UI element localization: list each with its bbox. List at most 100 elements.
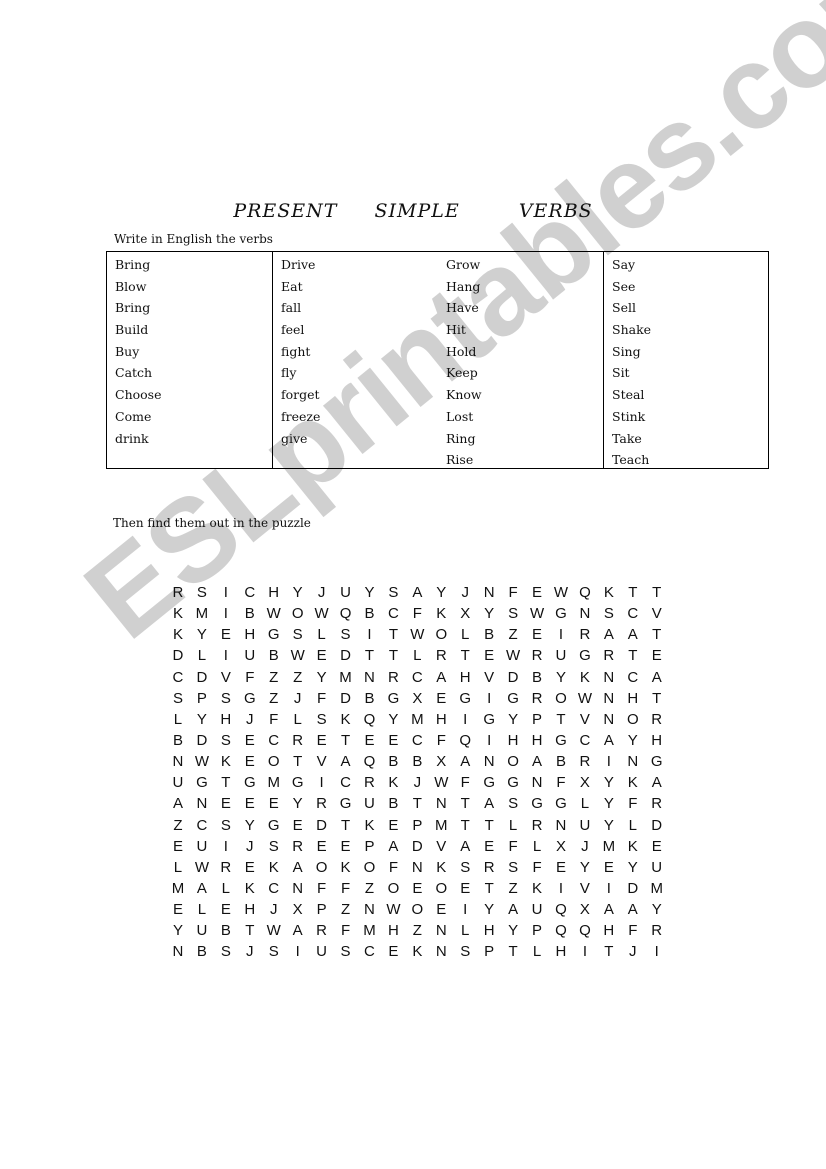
puzzle-letter[interactable]: O xyxy=(501,751,525,772)
puzzle-letter[interactable]: G xyxy=(262,624,286,645)
puzzle-letter[interactable]: E xyxy=(358,730,382,751)
puzzle-letter[interactable]: B xyxy=(358,603,382,624)
puzzle-letter[interactable]: H xyxy=(262,582,286,603)
puzzle-letter[interactable]: U xyxy=(310,941,334,962)
puzzle-letter[interactable]: Y xyxy=(621,730,645,751)
puzzle-letter[interactable]: N xyxy=(429,793,453,814)
puzzle-letter[interactable]: L xyxy=(453,624,477,645)
puzzle-letter[interactable]: B xyxy=(238,603,262,624)
puzzle-letter[interactable]: H xyxy=(238,899,262,920)
puzzle-letter[interactable]: X xyxy=(573,899,597,920)
puzzle-letter[interactable]: T xyxy=(645,688,669,709)
puzzle-letter[interactable]: F xyxy=(621,793,645,814)
puzzle-letter[interactable]: S xyxy=(310,709,334,730)
puzzle-letter[interactable]: L xyxy=(166,857,190,878)
puzzle-letter[interactable]: R xyxy=(525,688,549,709)
puzzle-letter[interactable]: U xyxy=(166,772,190,793)
puzzle-letter[interactable]: I xyxy=(214,836,238,857)
puzzle-letter[interactable]: T xyxy=(381,645,405,666)
puzzle-letter[interactable]: M xyxy=(645,878,669,899)
puzzle-letter[interactable]: T xyxy=(645,582,669,603)
puzzle-letter[interactable]: I xyxy=(453,899,477,920)
puzzle-letter[interactable]: R xyxy=(645,920,669,941)
puzzle-letter[interactable]: A xyxy=(501,899,525,920)
puzzle-letter[interactable]: G xyxy=(525,793,549,814)
puzzle-letter[interactable]: H xyxy=(621,688,645,709)
puzzle-letter[interactable]: M xyxy=(597,836,621,857)
puzzle-letter[interactable]: K xyxy=(381,772,405,793)
puzzle-letter[interactable]: U xyxy=(645,857,669,878)
puzzle-letter[interactable]: C xyxy=(358,941,382,962)
puzzle-letter[interactable]: A xyxy=(286,920,310,941)
puzzle-letter[interactable]: F xyxy=(310,878,334,899)
puzzle-letter[interactable]: F xyxy=(549,772,573,793)
puzzle-letter[interactable]: T xyxy=(334,730,358,751)
puzzle-letter[interactable]: C xyxy=(621,667,645,688)
puzzle-letter[interactable]: A xyxy=(286,857,310,878)
puzzle-letter[interactable]: N xyxy=(621,751,645,772)
puzzle-letter[interactable]: X xyxy=(453,603,477,624)
puzzle-letter[interactable]: S xyxy=(214,941,238,962)
puzzle-letter[interactable]: X xyxy=(573,772,597,793)
puzzle-letter[interactable]: Q xyxy=(358,709,382,730)
puzzle-letter[interactable]: U xyxy=(334,582,358,603)
puzzle-letter[interactable]: N xyxy=(597,688,621,709)
puzzle-letter[interactable]: M xyxy=(405,709,429,730)
puzzle-letter[interactable]: I xyxy=(358,624,382,645)
puzzle-letter[interactable]: S xyxy=(334,624,358,645)
puzzle-letter[interactable]: G xyxy=(477,772,501,793)
puzzle-letter[interactable]: L xyxy=(525,836,549,857)
puzzle-letter[interactable]: I xyxy=(597,751,621,772)
puzzle-letter[interactable]: T xyxy=(645,624,669,645)
puzzle-letter[interactable]: E xyxy=(238,793,262,814)
puzzle-letter[interactable]: Y xyxy=(358,582,382,603)
puzzle-letter[interactable]: B xyxy=(381,751,405,772)
puzzle-letter[interactable]: N xyxy=(525,772,549,793)
puzzle-letter[interactable]: N xyxy=(358,667,382,688)
puzzle-letter[interactable]: D xyxy=(334,645,358,666)
puzzle-letter[interactable]: G xyxy=(549,603,573,624)
puzzle-letter[interactable]: E xyxy=(429,899,453,920)
puzzle-letter[interactable]: I xyxy=(549,624,573,645)
puzzle-letter[interactable]: T xyxy=(549,709,573,730)
puzzle-letter[interactable]: R xyxy=(381,667,405,688)
puzzle-letter[interactable]: A xyxy=(453,751,477,772)
puzzle-letter[interactable]: Y xyxy=(190,624,214,645)
puzzle-letter[interactable]: B xyxy=(262,645,286,666)
puzzle-letter[interactable]: A xyxy=(334,751,358,772)
puzzle-letter[interactable]: C xyxy=(190,815,214,836)
puzzle-letter[interactable]: E xyxy=(429,688,453,709)
puzzle-letter[interactable]: A xyxy=(453,836,477,857)
puzzle-letter[interactable]: M xyxy=(166,878,190,899)
puzzle-letter[interactable]: U xyxy=(573,815,597,836)
puzzle-letter[interactable]: J xyxy=(238,836,262,857)
puzzle-letter[interactable]: O xyxy=(621,709,645,730)
puzzle-letter[interactable]: Q xyxy=(334,603,358,624)
puzzle-letter[interactable]: F xyxy=(501,582,525,603)
puzzle-letter[interactable]: H xyxy=(549,941,573,962)
puzzle-letter[interactable]: E xyxy=(310,730,334,751)
puzzle-letter[interactable]: I xyxy=(597,878,621,899)
puzzle-letter[interactable]: S xyxy=(501,793,525,814)
puzzle-letter[interactable]: A xyxy=(645,667,669,688)
puzzle-letter[interactable]: J xyxy=(310,582,334,603)
puzzle-letter[interactable]: S xyxy=(381,582,405,603)
puzzle-letter[interactable]: L xyxy=(190,645,214,666)
puzzle-letter[interactable]: I xyxy=(645,941,669,962)
puzzle-letter[interactable]: V xyxy=(645,603,669,624)
puzzle-letter[interactable]: E xyxy=(477,645,501,666)
puzzle-letter[interactable]: P xyxy=(190,688,214,709)
puzzle-letter[interactable]: Y xyxy=(621,857,645,878)
puzzle-letter[interactable]: Y xyxy=(190,709,214,730)
puzzle-letter[interactable]: W xyxy=(190,857,214,878)
puzzle-letter[interactable]: T xyxy=(621,645,645,666)
puzzle-letter[interactable]: E xyxy=(166,836,190,857)
puzzle-letter[interactable]: F xyxy=(429,730,453,751)
puzzle-letter[interactable]: B xyxy=(190,941,214,962)
puzzle-letter[interactable]: N xyxy=(286,878,310,899)
puzzle-letter[interactable]: O xyxy=(262,751,286,772)
puzzle-letter[interactable]: G xyxy=(334,793,358,814)
puzzle-letter[interactable]: Q xyxy=(549,920,573,941)
puzzle-letter[interactable]: W xyxy=(381,899,405,920)
puzzle-letter[interactable]: F xyxy=(405,603,429,624)
